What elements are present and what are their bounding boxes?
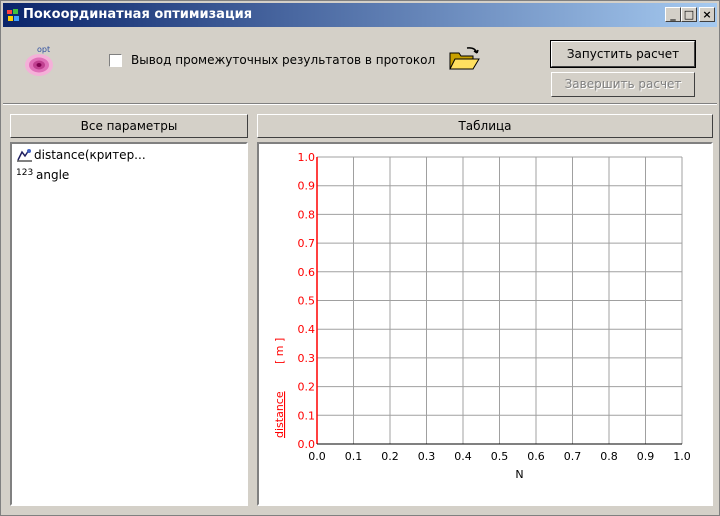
x-tick-label: 1.0: [673, 450, 691, 463]
close-icon: ×: [702, 8, 712, 21]
criterion-icon: [17, 149, 32, 162]
window-title: Покоординатная оптимизация: [23, 7, 253, 22]
x-tick-label: 0.4: [454, 450, 472, 463]
list-item[interactable]: distance(критер...: [16, 148, 146, 162]
y-axis-unit: [ m ]: [273, 338, 286, 364]
x-tick-label: 0.7: [564, 450, 582, 463]
x-tick-label: 0.2: [381, 450, 399, 463]
y-tick-label: 0.6: [298, 266, 316, 279]
list-item-label: distance(критер...: [34, 148, 146, 162]
optimization-window: Покоординатная оптимизация _ □ × opt Выв…: [0, 0, 720, 516]
close-button[interactable]: ×: [699, 7, 715, 22]
x-tick-label: 0.6: [527, 450, 545, 463]
minimize-icon: _: [670, 8, 676, 21]
x-tick-label: 0.1: [345, 450, 363, 463]
chart: 0.0 0.1 0.2 0.3 0.4 0.5 0.6 0.7 0.8 0.9 1.0 0.0 0.1 0…: [273, 151, 691, 481]
optimization-icon: opt: [25, 45, 53, 76]
maximize-icon: □: [683, 8, 695, 21]
x-tick-label: 0.3: [418, 450, 436, 463]
y-tick-label: 0.3: [298, 352, 316, 365]
y-tick-label: 0.2: [298, 381, 316, 394]
number-icon: 123: [16, 168, 34, 178]
y-tick-label: 0.9: [298, 180, 316, 193]
list-item-label: angle: [36, 168, 70, 182]
y-axis-label: distance: [273, 391, 286, 438]
list-item[interactable]: 123 angle: [16, 168, 69, 182]
y-tick-label: 0.0: [298, 438, 316, 451]
maximize-button[interactable]: □: [681, 7, 697, 22]
x-tick-label: 0.5: [491, 450, 509, 463]
table-panel: 0.0 0.1 0.2 0.3 0.4 0.5 0.6 0.7 0.8 0.9 1.0 0.0 0.1 0…: [257, 142, 713, 506]
params-header[interactable]: Все параметры: [10, 114, 248, 138]
y-tick-label: 0.8: [298, 208, 316, 221]
x-tick-label: 0.9: [637, 450, 655, 463]
params-list[interactable]: distance(критер... 123 angle: [10, 142, 248, 506]
y-tick-label: 0.5: [298, 295, 316, 308]
opt-icon-label: opt: [37, 45, 50, 54]
y-tick-label: 0.7: [298, 237, 316, 250]
toolbar-divider: [3, 103, 717, 105]
x-tick-label: 0.0: [308, 450, 326, 463]
protocol-checkbox[interactable]: [109, 54, 122, 67]
app-icon: [7, 9, 19, 21]
run-calculation-button[interactable]: Запустить расчет: [550, 40, 696, 68]
x-axis-label: N: [515, 468, 523, 481]
protocol-checkbox-label[interactable]: Вывод промежуточных результатов в проток…: [131, 53, 435, 67]
title-bar[interactable]: Покоординатная оптимизация _ □ ×: [3, 3, 717, 27]
x-tick-label: 0.8: [600, 450, 618, 463]
stop-calculation-button[interactable]: Завершить расчет: [551, 72, 695, 97]
y-tick-label: 0.1: [298, 409, 316, 422]
y-tick-label: 0.4: [298, 323, 316, 336]
y-tick-label: 1.0: [298, 151, 316, 164]
open-folder-icon[interactable]: [447, 45, 481, 73]
minimize-button[interactable]: _: [665, 7, 681, 22]
table-header[interactable]: Таблица: [257, 114, 713, 138]
